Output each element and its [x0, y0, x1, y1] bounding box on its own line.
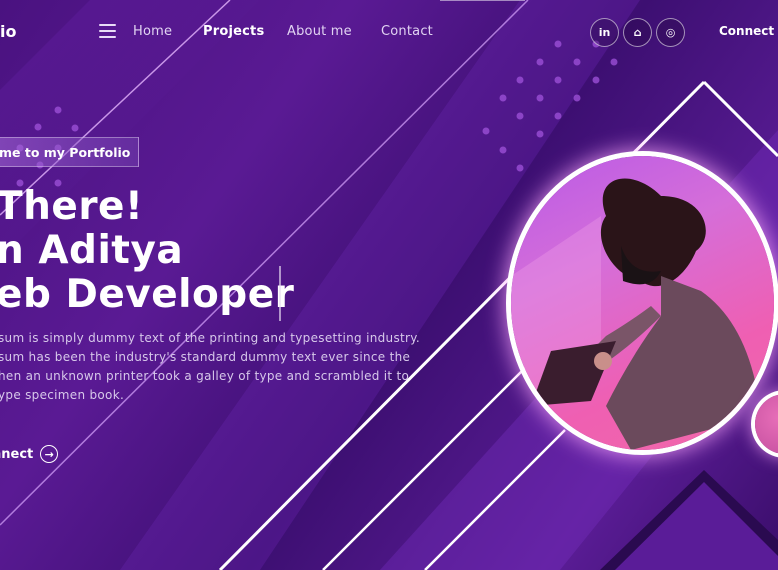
description-line: ype specimen book. — [0, 388, 125, 402]
hero-heading-line-3: eb Developer — [0, 272, 295, 317]
top-navigation: io Home Projects About me Contact in ⌂ ◎… — [0, 0, 778, 64]
github-icon[interactable]: ⌂ — [623, 18, 652, 47]
profile-photo — [511, 156, 774, 450]
hero-heading-line-2: n Aditya — [0, 228, 184, 273]
instagram-icon[interactable]: ◎ — [656, 18, 685, 47]
hero-heading-line-1: There! — [0, 184, 144, 229]
arrow-right-circle-icon: → — [40, 445, 59, 463]
hero-description: sum is simply dummy text of the printing… — [0, 329, 421, 405]
connect-button[interactable]: Connect W — [719, 24, 778, 38]
description-line: sum is simply dummy text of the printing… — [0, 331, 421, 345]
hero-banner: io Home Projects About me Contact in ⌂ ◎… — [0, 0, 778, 570]
nav-link-contact[interactable]: Contact — [381, 24, 433, 39]
logo[interactable]: io — [0, 22, 16, 41]
typing-cursor — [279, 266, 281, 321]
cta-label: nnect — [0, 446, 34, 462]
nav-link-about-me[interactable]: About me — [287, 24, 352, 39]
hamburger-menu-icon[interactable] — [99, 24, 116, 38]
description-line: hen an unknown printer took a galley of … — [0, 369, 410, 383]
nav-link-projects[interactable]: Projects — [203, 24, 264, 39]
person-at-laptop-illustration — [511, 178, 761, 450]
nav-link-home[interactable]: Home — [133, 24, 172, 39]
linkedin-icon[interactable]: in — [590, 18, 619, 47]
welcome-tagline: me to my Portfolio — [0, 137, 140, 167]
description-line: sum has been the industry's standard dum… — [0, 350, 411, 364]
lets-connect-button[interactable]: nnect → — [0, 445, 59, 463]
